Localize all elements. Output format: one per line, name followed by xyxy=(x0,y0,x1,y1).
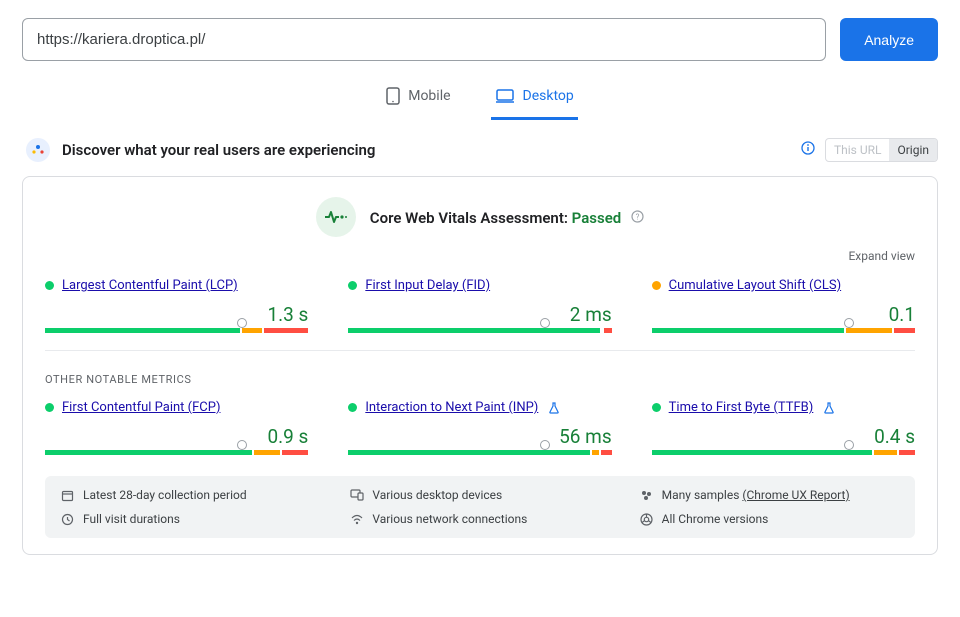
metric-card: Cumulative Layout Shift (CLS) 0.1 xyxy=(652,278,915,336)
metric-name-link[interactable]: Interaction to Next Paint (INP) xyxy=(365,400,538,415)
metric-card: First Input Delay (FID) 2 ms xyxy=(348,278,611,336)
chrome-icon xyxy=(640,513,654,526)
distribution-bar xyxy=(45,328,308,336)
bar-good-segment xyxy=(348,450,589,455)
metric-value: 0.1 xyxy=(652,303,915,326)
chrome-ux-report-link[interactable]: (Chrome UX Report) xyxy=(742,488,849,502)
help-icon[interactable]: ? xyxy=(631,212,644,227)
distribution-bar xyxy=(45,450,308,458)
metric-card: Largest Contentful Paint (LCP) 1.3 s xyxy=(45,278,308,336)
bar-poor-segment xyxy=(899,450,915,455)
metric-name-link[interactable]: Cumulative Layout Shift (CLS) xyxy=(669,278,841,293)
calendar-icon xyxy=(61,489,75,502)
bar-good-segment xyxy=(652,450,872,455)
distribution-bar xyxy=(348,450,611,458)
metric-card: Interaction to Next Paint (INP) 56 ms xyxy=(348,400,611,458)
status-dot-icon xyxy=(45,403,54,412)
footer-devices: Various desktop devices xyxy=(372,488,502,502)
devices-icon xyxy=(350,489,364,501)
assessment-label: Core Web Vitals Assessment: xyxy=(370,209,572,227)
info-icon[interactable] xyxy=(801,141,815,159)
distribution-bar xyxy=(348,328,611,336)
other-metrics-grid: First Contentful Paint (FCP) 0.9 s Inter… xyxy=(45,400,915,458)
expand-view-link[interactable]: Expand view xyxy=(848,249,915,263)
core-metrics-grid: Largest Contentful Paint (LCP) 1.3 s Fir… xyxy=(45,278,915,336)
bar-good-segment xyxy=(45,450,252,455)
distribution-bar xyxy=(652,450,915,458)
status-dot-icon xyxy=(652,403,661,412)
footer-period: Latest 28-day collection period xyxy=(83,488,247,502)
assessment-status: Passed xyxy=(572,209,622,227)
status-dot-icon xyxy=(652,281,661,290)
bar-improve-segment xyxy=(254,450,280,455)
metric-name-link[interactable]: Largest Contentful Paint (LCP) xyxy=(62,278,238,293)
experimental-icon xyxy=(823,402,835,414)
desktop-icon xyxy=(495,88,515,104)
bar-good-segment xyxy=(348,328,600,333)
field-data-card: Core Web Vitals Assessment: Passed ? Exp… xyxy=(22,176,938,555)
metric-name-link[interactable]: First Contentful Paint (FCP) xyxy=(62,400,221,415)
metric-value: 56 ms xyxy=(348,425,611,448)
other-metrics-heading: OTHER NOTABLE METRICS xyxy=(45,373,915,386)
assessment-text: Core Web Vitals Assessment: Passed ? xyxy=(370,208,644,227)
scope-this-url: This URL xyxy=(826,139,890,161)
bar-improve-segment xyxy=(846,328,893,333)
footer-chrome: All Chrome versions xyxy=(662,512,769,526)
network-icon xyxy=(350,514,364,525)
tab-mobile-label: Mobile xyxy=(408,88,450,104)
clock-icon xyxy=(61,513,75,526)
metric-value: 1.3 s xyxy=(45,303,308,326)
bar-poor-segment xyxy=(604,328,612,333)
tab-desktop-label: Desktop xyxy=(523,88,574,104)
bar-poor-segment xyxy=(894,328,915,333)
metric-value: 0.4 s xyxy=(652,425,915,448)
bar-poor-segment xyxy=(601,450,611,455)
percentile-marker xyxy=(847,445,849,459)
status-dot-icon xyxy=(45,281,54,290)
field-data-icon xyxy=(26,138,50,162)
percentile-marker xyxy=(847,323,849,337)
status-dot-icon xyxy=(348,403,357,412)
section-title: Discover what your real users are experi… xyxy=(62,141,375,159)
footer-samples: Many samples (Chrome UX Report) xyxy=(662,488,850,502)
svg-text:?: ? xyxy=(636,212,640,221)
distribution-bar xyxy=(652,328,915,336)
device-tabs: Mobile Desktop xyxy=(22,79,938,120)
bar-poor-segment xyxy=(282,450,308,455)
footer-network: Various network connections xyxy=(372,512,527,526)
bar-improve-segment xyxy=(592,450,600,455)
url-input[interactable] xyxy=(22,18,826,61)
experimental-icon xyxy=(548,402,560,414)
bar-improve-segment xyxy=(242,328,263,333)
bar-good-segment xyxy=(652,328,844,333)
percentile-marker xyxy=(240,445,242,459)
scope-origin[interactable]: Origin xyxy=(889,139,937,161)
analyze-button[interactable]: Analyze xyxy=(840,18,938,61)
metric-value: 2 ms xyxy=(348,303,611,326)
vitals-icon xyxy=(316,197,356,237)
status-dot-icon xyxy=(348,281,357,290)
metric-card: Time to First Byte (TTFB) 0.4 s xyxy=(652,400,915,458)
data-source-footer: Latest 28-day collection period Various … xyxy=(45,476,915,538)
tab-desktop[interactable]: Desktop xyxy=(491,79,578,120)
percentile-marker xyxy=(543,445,545,459)
tab-mobile[interactable]: Mobile xyxy=(382,79,454,120)
metric-value: 0.9 s xyxy=(45,425,308,448)
percentile-marker xyxy=(543,323,545,337)
mobile-icon xyxy=(386,87,400,105)
percentile-marker xyxy=(240,323,242,337)
bar-improve-segment xyxy=(874,450,897,455)
samples-icon xyxy=(640,489,654,502)
metric-card: First Contentful Paint (FCP) 0.9 s xyxy=(45,400,308,458)
bar-good-segment xyxy=(45,328,240,333)
scope-toggle: This URL Origin xyxy=(825,138,938,162)
footer-durations: Full visit durations xyxy=(83,512,180,526)
metric-name-link[interactable]: First Input Delay (FID) xyxy=(365,278,490,293)
metric-name-link[interactable]: Time to First Byte (TTFB) xyxy=(669,400,814,415)
bar-poor-segment xyxy=(264,328,308,333)
